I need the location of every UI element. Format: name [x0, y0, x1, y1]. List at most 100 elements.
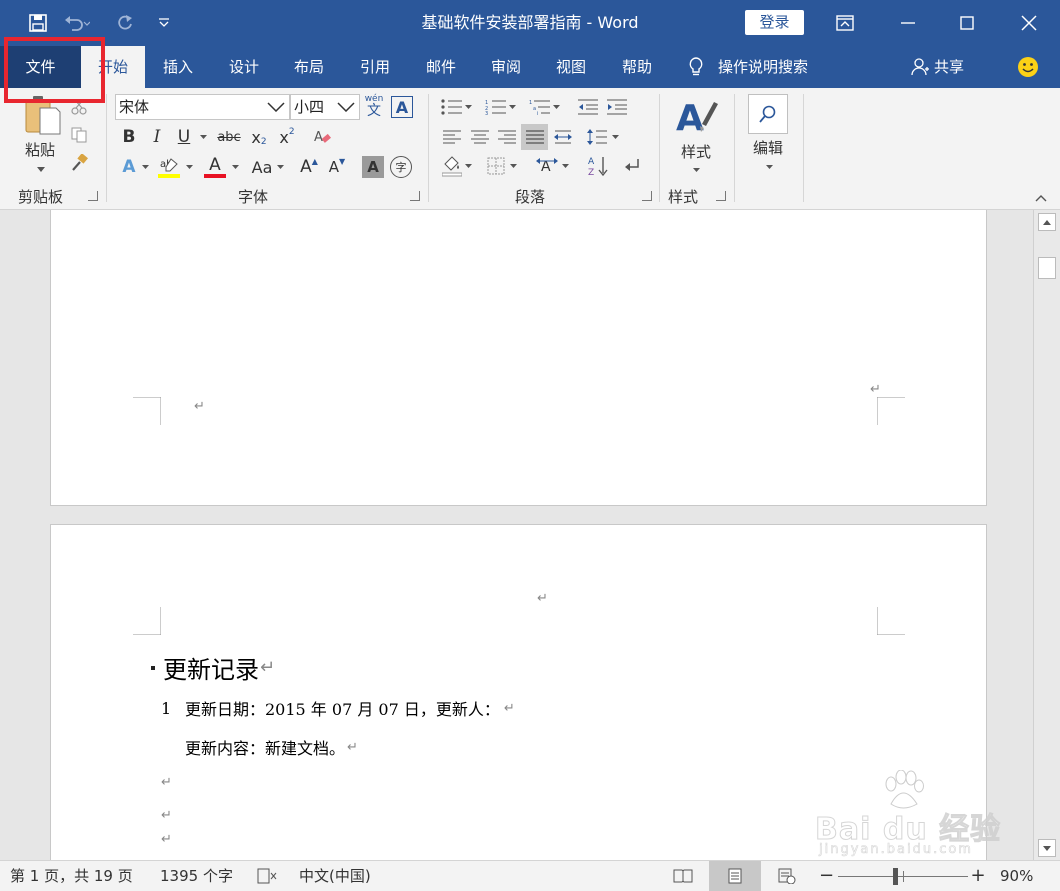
change-case-button[interactable]: Aa	[248, 156, 276, 178]
scroll-thumb[interactable]	[1038, 257, 1056, 279]
paste-label[interactable]: 粘贴	[18, 140, 62, 160]
phonetic-guide-button[interactable]: wén 文	[362, 94, 386, 120]
character-shading-button[interactable]: A	[362, 156, 384, 178]
shading-bucket-icon[interactable]	[440, 155, 464, 177]
align-left-icon[interactable]	[440, 126, 464, 148]
styles-dropdown-icon[interactable]	[690, 166, 702, 174]
underline-button[interactable]: U	[172, 126, 196, 148]
tab-home[interactable]: 开始	[81, 46, 145, 88]
subscript-button[interactable]: x2	[247, 126, 271, 148]
bold-button[interactable]: B	[117, 126, 141, 148]
tell-me-search[interactable]: 操作说明搜索	[688, 46, 828, 88]
borders-icon[interactable]	[484, 155, 508, 177]
text-effects-dropdown-icon[interactable]	[139, 156, 151, 178]
font-name-combo[interactable]: 宋体	[115, 94, 290, 120]
paste-dropdown-icon[interactable]	[35, 164, 47, 174]
tab-view[interactable]: 视图	[541, 46, 601, 88]
scroll-up-icon[interactable]	[1038, 213, 1056, 231]
font-color-dropdown-icon[interactable]	[229, 156, 241, 178]
zoom-in-button[interactable]: +	[970, 861, 986, 891]
print-layout-icon[interactable]	[709, 861, 761, 891]
tab-references[interactable]: 引用	[345, 46, 405, 88]
proofing-icon[interactable]	[257, 861, 277, 891]
copy-icon[interactable]	[67, 124, 91, 146]
align-right-icon[interactable]	[495, 126, 519, 148]
strikethrough-button[interactable]: abc	[214, 126, 244, 148]
chinese-layout-dropdown-icon[interactable]	[559, 155, 571, 177]
styles-gallery-icon[interactable]: A	[674, 94, 718, 138]
ribbon-display-options-icon[interactable]	[820, 0, 870, 46]
shrink-font-button[interactable]: A ▼	[325, 156, 349, 178]
paste-clipboard-icon[interactable]	[20, 92, 64, 136]
editing-label[interactable]: 编辑	[746, 138, 790, 158]
paragraph-launcher-icon[interactable]	[642, 191, 652, 201]
underline-dropdown-icon[interactable]	[197, 126, 209, 148]
minimize-icon[interactable]	[883, 0, 933, 46]
font-color-button[interactable]: A	[203, 154, 227, 180]
decrease-indent-icon[interactable]	[576, 96, 600, 118]
numbering-icon[interactable]: 123	[484, 96, 508, 118]
bullets-icon[interactable]	[440, 96, 464, 118]
tab-file[interactable]: 文件	[0, 46, 81, 88]
styles-label[interactable]: 样式	[674, 142, 718, 162]
font-size-combo[interactable]: 小四	[290, 94, 360, 120]
editing-dropdown-icon[interactable]	[763, 163, 775, 171]
undo-icon[interactable]	[62, 9, 92, 37]
tab-review[interactable]: 审阅	[476, 46, 536, 88]
enclose-characters-button[interactable]: 字	[390, 156, 412, 178]
distributed-align-icon[interactable]	[551, 126, 575, 148]
maximize-icon[interactable]	[942, 0, 992, 46]
zoom-slider-thumb[interactable]	[893, 868, 899, 885]
chinese-layout-icon[interactable]: A	[535, 155, 559, 177]
show-paragraph-marks-icon[interactable]	[620, 155, 644, 177]
page-previous[interactable]: ↵ ↵	[50, 210, 987, 506]
word-count[interactable]: 1395 个字	[160, 861, 233, 891]
tab-layout[interactable]: 布局	[279, 46, 339, 88]
tab-design[interactable]: 设计	[214, 46, 274, 88]
feedback-smiley-icon[interactable]	[1013, 46, 1043, 88]
sort-icon[interactable]: AZ	[586, 155, 610, 177]
tab-mailings[interactable]: 邮件	[411, 46, 471, 88]
grow-font-button[interactable]: A ▲	[297, 156, 321, 178]
clipboard-launcher-icon[interactable]	[88, 191, 98, 201]
close-icon[interactable]	[1004, 0, 1054, 46]
collapse-ribbon-chevron-icon[interactable]	[1034, 192, 1048, 204]
login-button[interactable]: 登录	[745, 10, 804, 35]
vertical-scrollbar[interactable]	[1033, 210, 1060, 860]
line-spacing-icon[interactable]	[585, 126, 609, 148]
numbering-dropdown-icon[interactable]	[506, 96, 518, 118]
bullets-dropdown-icon[interactable]	[462, 96, 474, 118]
scroll-down-icon[interactable]	[1038, 839, 1056, 857]
tab-help[interactable]: 帮助	[607, 46, 667, 88]
tab-insert[interactable]: 插入	[148, 46, 208, 88]
web-layout-icon[interactable]	[775, 861, 799, 891]
redo-icon[interactable]	[110, 9, 140, 37]
customize-quick-access-icon[interactable]	[149, 9, 179, 37]
language-indicator[interactable]: 中文(中国)	[299, 861, 371, 891]
change-case-dropdown-icon[interactable]	[274, 156, 286, 178]
styles-launcher-icon[interactable]	[716, 191, 726, 201]
save-icon[interactable]	[23, 9, 53, 37]
heading-line[interactable]: 更新记录 ↵	[151, 650, 275, 685]
increase-indent-icon[interactable]	[605, 96, 629, 118]
italic-button[interactable]: I	[145, 126, 169, 148]
multilevel-list-icon[interactable]: 1ai	[528, 96, 552, 118]
clear-formatting-icon[interactable]: A	[310, 126, 334, 148]
character-border-button[interactable]: A	[391, 96, 413, 118]
cut-scissors-icon[interactable]	[67, 96, 91, 118]
record-line-1[interactable]: 1 更新日期：2015 年 07 月 07 日，更新人： ↵	[161, 696, 515, 720]
highlight-color-icon[interactable]: ab	[157, 154, 181, 180]
font-launcher-icon[interactable]	[410, 191, 420, 201]
justify-icon[interactable]	[521, 124, 548, 150]
zoom-out-button[interactable]: −	[819, 861, 834, 891]
zoom-level[interactable]: 90%	[1000, 861, 1033, 891]
shading-dropdown-icon[interactable]	[462, 155, 474, 177]
document-area[interactable]: ↵ ↵ ↵ 更新记录 ↵ 1 更新日期：2015 年 07 月 07 日，更新人…	[0, 210, 1033, 860]
search-editing-icon[interactable]	[748, 94, 788, 134]
share-button[interactable]: 共享	[910, 46, 974, 88]
read-mode-icon[interactable]	[671, 861, 695, 891]
page-counter[interactable]: 第 1 页，共 19 页	[10, 861, 133, 891]
superscript-button[interactable]: x2	[275, 126, 299, 148]
align-center-icon[interactable]	[468, 126, 492, 148]
line-spacing-dropdown-icon[interactable]	[609, 126, 621, 148]
